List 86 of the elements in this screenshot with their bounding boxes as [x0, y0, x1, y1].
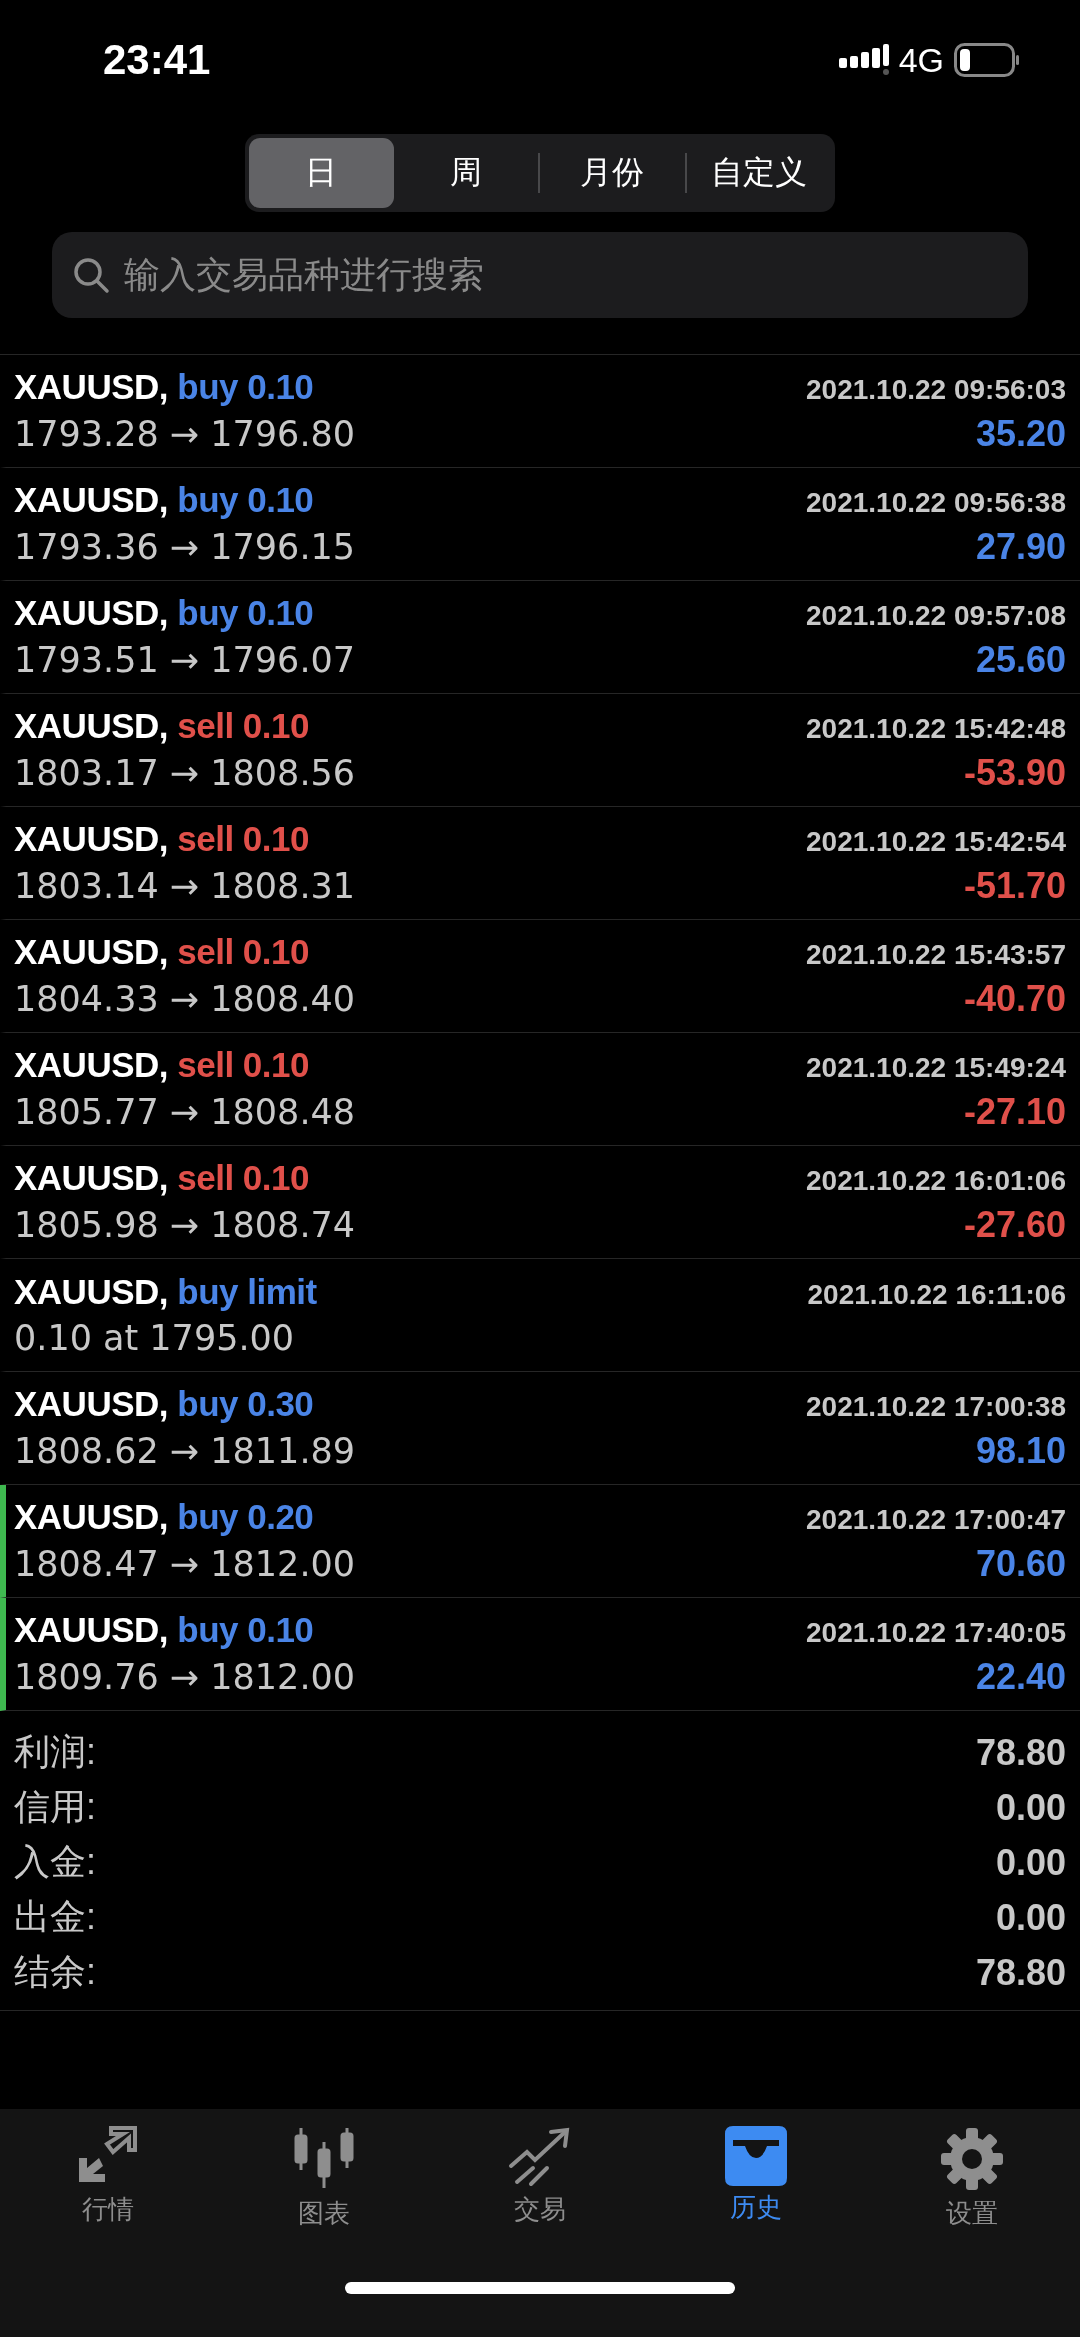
- deal-time: 2021.10.22 15:49:24: [806, 1052, 1066, 1084]
- deal-prices: 1793.28 → 1796.80: [14, 414, 356, 454]
- deal-profit: -51.70: [963, 865, 1066, 907]
- network-label: 4G: [898, 40, 944, 80]
- deal-profit: -53.90: [963, 752, 1066, 794]
- deal-prices: 1805.77 → 1808.48: [14, 1092, 356, 1132]
- deal-title: XAUUSD, sell 0.10: [14, 819, 309, 859]
- deal-prices: 1793.51 → 1796.07: [14, 640, 356, 680]
- tab-bar-item[interactable]: 图表: [216, 2125, 432, 2232]
- deal-title: XAUUSD, buy 0.10: [14, 480, 314, 520]
- status-time: 23:41: [103, 36, 211, 84]
- tab-bar-item[interactable]: 交易: [432, 2125, 648, 2228]
- deal-profit: -27.60: [963, 1204, 1066, 1246]
- deal-prices: 1803.14 → 1808.31: [14, 866, 356, 906]
- deal-title: XAUUSD, buy 0.10: [14, 367, 314, 407]
- deal-prices: 0.10 at 1795.00: [14, 1318, 295, 1358]
- deal-profit: -27.10: [963, 1091, 1066, 1133]
- summary-label: 利润:: [14, 1730, 96, 1774]
- deal-title: XAUUSD, buy 0.10: [14, 593, 314, 633]
- deal-title: XAUUSD, sell 0.10: [14, 1158, 309, 1198]
- deal-title: XAUUSD, sell 0.10: [14, 932, 309, 972]
- summary-value: 78.80: [975, 1731, 1066, 1774]
- deal-time: 2021.10.22 09:56:03: [806, 374, 1066, 406]
- deal-row[interactable]: XAUUSD, buy 0.10 2021.10.22 09:56:03 1793.28 → 1796.80 35.20: [0, 355, 1080, 468]
- battery-icon: [954, 43, 1020, 77]
- deal-prices: 1808.47 → 1812.00: [14, 1544, 356, 1584]
- deal-row[interactable]: XAUUSD, buy limit 2021.10.22 16:11:06 0.10 at 1795.00: [0, 1259, 1080, 1372]
- deal-profit: 98.10: [975, 1430, 1066, 1472]
- signal-icon: [838, 44, 889, 76]
- deal-time: 2021.10.22 15:42:54: [806, 826, 1066, 858]
- deal-row[interactable]: XAUUSD, buy 0.10 2021.10.22 17:40:05 1809.76 → 1812.00 22.40: [0, 1598, 1080, 1711]
- deal-time: 2021.10.22 09:56:38: [806, 487, 1066, 519]
- tab-bar-item[interactable]: 行情: [0, 2125, 216, 2228]
- deal-profit: 25.60: [975, 639, 1066, 681]
- deal-row[interactable]: XAUUSD, sell 0.10 2021.10.22 15:43:57 1804.33 → 1808.40 -40.70: [0, 920, 1080, 1033]
- deal-prices: 1805.98 → 1808.74: [14, 1205, 356, 1245]
- deal-title: XAUUSD, sell 0.10: [14, 706, 309, 746]
- deal-prices: 1808.62 → 1811.89: [14, 1431, 356, 1471]
- period-tab[interactable]: 自定义: [686, 138, 831, 208]
- deal-profit: 22.40: [975, 1656, 1066, 1698]
- summary-value: 0.00: [995, 1841, 1066, 1884]
- deal-title: XAUUSD, buy limit: [14, 1272, 317, 1312]
- deal-row[interactable]: XAUUSD, buy 0.20 2021.10.22 17:00:47 1808.47 → 1812.00 70.60: [0, 1485, 1080, 1598]
- deal-prices: 1804.33 → 1808.40: [14, 979, 356, 1019]
- search-field[interactable]: 输入交易品种进行搜索: [52, 232, 1028, 318]
- deal-prices: 1809.76 → 1812.00: [14, 1657, 356, 1697]
- deal-time: 2021.10.22 16:01:06: [806, 1165, 1066, 1197]
- summary-value: 78.80: [975, 1951, 1066, 1994]
- summary-label: 入金:: [14, 1840, 96, 1884]
- deal-time: 2021.10.22 15:42:48: [806, 713, 1066, 745]
- deal-time: 2021.10.22 09:57:08: [806, 600, 1066, 632]
- deal-prices: 1793.36 → 1796.15: [14, 527, 356, 567]
- deal-time: 2021.10.22 17:00:47: [806, 1504, 1066, 1536]
- summary-value: 0.00: [995, 1786, 1066, 1829]
- search-icon: [72, 256, 110, 294]
- deal-profit: -40.70: [963, 978, 1066, 1020]
- deal-row[interactable]: XAUUSD, sell 0.10 2021.10.22 15:49:24 1805.77 → 1808.48 -27.10: [0, 1033, 1080, 1146]
- summary-label: 信用:: [14, 1785, 96, 1829]
- deal-title: XAUUSD, buy 0.10: [14, 1610, 314, 1650]
- settings-icon: [939, 2126, 1005, 2192]
- deal-time: 2021.10.22 17:40:05: [806, 1617, 1066, 1649]
- tab-bar-item[interactable]: 设置: [864, 2125, 1080, 2232]
- summary-value: 0.00: [995, 1896, 1066, 1939]
- inbox-icon: [723, 2126, 789, 2186]
- tab-bar-item[interactable]: 历史: [648, 2125, 864, 2226]
- deal-row[interactable]: XAUUSD, sell 0.10 2021.10.22 15:42:54 1803.14 → 1808.31 -51.70: [0, 807, 1080, 920]
- deal-time: 2021.10.22 16:11:06: [807, 1279, 1066, 1311]
- deal-time: 2021.10.22 17:00:38: [806, 1391, 1066, 1423]
- period-tab[interactable]: 月份: [540, 138, 685, 208]
- deal-profit: 35.20: [975, 413, 1066, 455]
- deal-profit: 70.60: [975, 1543, 1066, 1585]
- period-tab[interactable]: 周: [393, 138, 538, 208]
- deal-title: XAUUSD, buy 0.20: [14, 1497, 314, 1537]
- summary-label: 结余:: [14, 1950, 96, 1994]
- deal-row[interactable]: XAUUSD, sell 0.10 2021.10.22 16:01:06 1805.98 → 1808.74 -27.60: [0, 1146, 1080, 1259]
- deal-title: XAUUSD, sell 0.10: [14, 1045, 309, 1085]
- deal-prices: 1803.17 → 1808.56: [14, 753, 356, 793]
- deal-row[interactable]: XAUUSD, buy 0.10 2021.10.22 09:56:38 1793.36 → 1796.15 27.90: [0, 468, 1080, 581]
- deal-row[interactable]: XAUUSD, buy 0.10 2021.10.22 09:57:08 1793.51 → 1796.07 25.60: [0, 581, 1080, 694]
- deal-title: XAUUSD, buy 0.30: [14, 1384, 314, 1424]
- period-tab[interactable]: 日: [249, 138, 394, 208]
- deal-time: 2021.10.22 15:43:57: [806, 939, 1066, 971]
- deal-profit: 27.90: [975, 526, 1066, 568]
- summary-label: 出金:: [14, 1895, 96, 1939]
- deal-row[interactable]: XAUUSD, buy 0.30 2021.10.22 17:00:38 1808.62 → 1811.89 98.10: [0, 1372, 1080, 1485]
- deal-row[interactable]: XAUUSD, sell 0.10 2021.10.22 15:42:48 1803.17 → 1808.56 -53.90: [0, 694, 1080, 807]
